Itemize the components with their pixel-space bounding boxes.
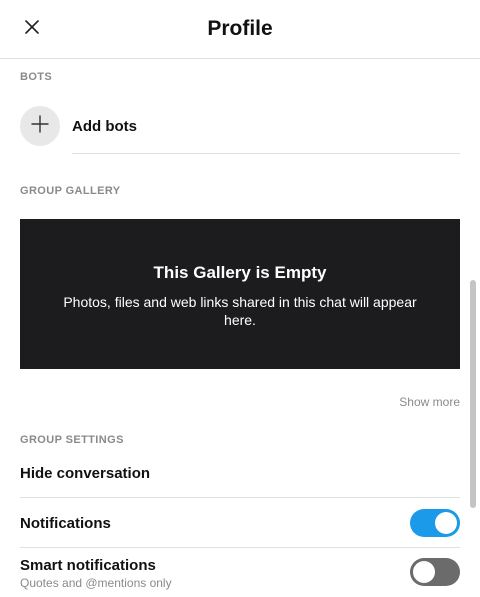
smart-notifications-subtitle: Quotes and @mentions only bbox=[20, 576, 172, 590]
gallery-empty-text: Photos, files and web links shared in th… bbox=[63, 294, 417, 328]
bots-section-label: BOTS bbox=[20, 71, 53, 83]
notifications-label: Notifications bbox=[20, 515, 111, 532]
add-bots-label: Add bots bbox=[72, 117, 137, 135]
hide-conversation-label: Hide conversation bbox=[20, 465, 151, 482]
smart-notifications-row: Smart notifications Quotes and @mentions… bbox=[20, 557, 460, 590]
page-title: Profile bbox=[207, 17, 273, 40]
settings-section-label: GROUP SETTINGS bbox=[20, 434, 124, 446]
notifications-toggle[interactable] bbox=[410, 509, 460, 537]
gallery-empty-title: This Gallery is Empty bbox=[153, 263, 327, 282]
divider bbox=[20, 497, 460, 498]
profile-panel: Profile BOTS Add bots GROUP GALLERY This… bbox=[0, 0, 480, 597]
hide-conversation-row[interactable]: Hide conversation bbox=[20, 465, 460, 482]
smart-notifications-label: Smart notifications bbox=[20, 557, 156, 574]
toggle-knob bbox=[413, 561, 435, 583]
notifications-row: Notifications bbox=[20, 515, 460, 532]
add-bots-icon-circle[interactable] bbox=[20, 106, 60, 146]
gallery-section-label: GROUP GALLERY bbox=[20, 185, 121, 197]
smart-notifications-toggle[interactable] bbox=[410, 558, 460, 586]
header: Profile bbox=[0, 0, 480, 59]
divider bbox=[72, 153, 460, 154]
show-more-link[interactable]: Show more bbox=[399, 395, 460, 409]
divider bbox=[20, 547, 460, 548]
scrollbar-thumb[interactable] bbox=[470, 280, 476, 508]
toggle-knob bbox=[435, 512, 457, 534]
plus-icon bbox=[31, 114, 49, 138]
add-bots-button[interactable]: Add bots bbox=[20, 106, 137, 146]
gallery-empty-state: This Gallery is Empty Photos, files and … bbox=[20, 219, 460, 369]
